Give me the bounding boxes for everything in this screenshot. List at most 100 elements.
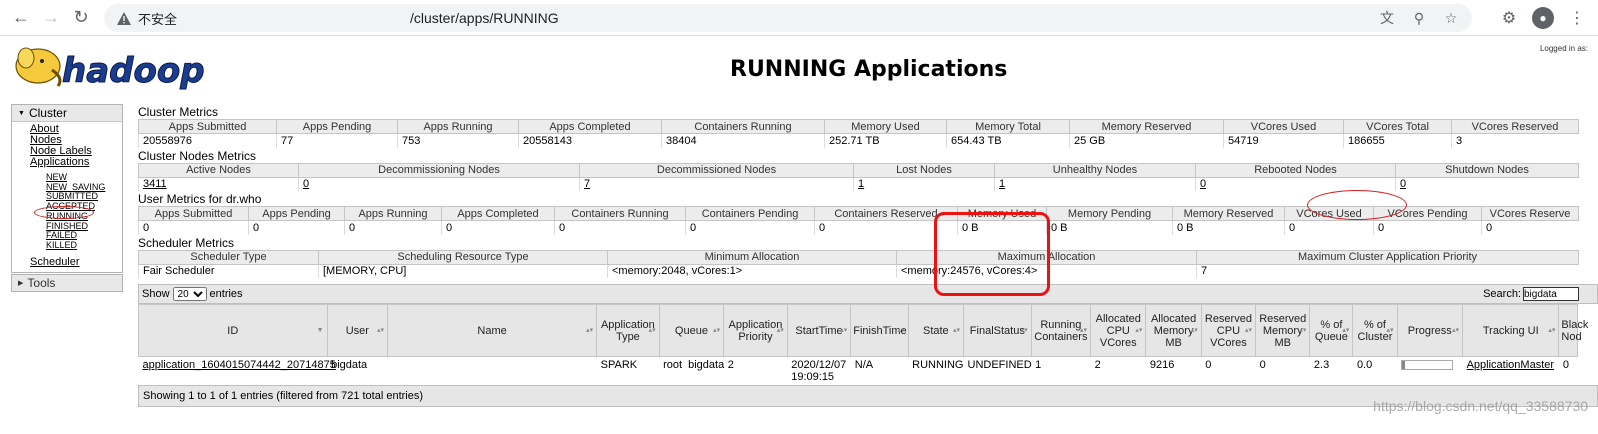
column-header-user[interactable]: User ▴▾: [326, 304, 389, 357]
nav-link-killed[interactable]: KILLED: [46, 240, 122, 251]
menu-icon[interactable]: ⋮: [1566, 8, 1588, 28]
nm-header-unhealthy-nodes: Unhealthy Nodes: [994, 162, 1196, 178]
url-text[interactable]: /cluster/apps/RUNNING: [410, 10, 559, 26]
column-header-allocated-memory-mb[interactable]: Allocated Memory MB ▴▾: [1145, 304, 1202, 357]
app-id-link[interactable]: application_1604015074442_20714875: [143, 359, 336, 371]
sm-header-maximum-cluster-application-priority: Maximum Cluster Application Priority: [1196, 249, 1579, 265]
nav-link-applications[interactable]: Applications: [30, 157, 122, 168]
app-pct-cluster: 0.0: [1356, 359, 1373, 371]
applications-table: ID ▼ User ▴▾ Name ▴▾ Application Type ▴▾ Queue ▴▾…: [138, 304, 1588, 386]
um-header-apps-submitted: Apps Submitted: [138, 206, 249, 221]
bookmark-star-icon[interactable]: ☆: [1440, 10, 1462, 27]
cm-value: 54719: [1223, 133, 1344, 148]
nm-value-link[interactable]: 0: [1200, 178, 1206, 190]
app-start-time: 2020/12/07 19:09:15: [791, 359, 847, 383]
profile-avatar-icon[interactable]: ●: [1532, 6, 1554, 29]
column-header-of-queue[interactable]: % of Queue ▴▾: [1309, 304, 1354, 357]
node-metrics-title: Cluster Nodes Metrics: [138, 148, 257, 163]
browser-toolbar: ← → ↻ 不安全 /cluster/apps/RUNNING 文 ⚲ ☆ ⚙ …: [0, 0, 1598, 36]
sort-arrows-icon: ▴▾: [952, 327, 960, 334]
um-value: 0: [1373, 220, 1482, 235]
nm-value-link[interactable]: 1: [858, 178, 864, 190]
um-value: 0: [344, 220, 442, 235]
cluster-metrics-table: Apps Submitted Apps Pending Apps Running Ap…: [138, 119, 1579, 148]
cm-value: 753: [397, 133, 519, 148]
column-header-finishtime[interactable]: FinishTime ▴▾: [850, 304, 909, 357]
column-header-of-cluster[interactable]: % of Cluster ▴▾: [1352, 304, 1398, 357]
tools-header[interactable]: ▶ Tools: [12, 274, 122, 291]
nm-value-link[interactable]: 0: [1400, 178, 1406, 190]
column-header-application-type[interactable]: Application Type ▴▾: [596, 304, 660, 357]
column-header-id[interactable]: ID ▼: [138, 304, 328, 357]
um-value: 0 B: [1172, 220, 1285, 235]
app-reserved-memory: 0: [1259, 359, 1266, 371]
um-header-apps-running: Apps Running: [344, 206, 442, 221]
column-header-application-priority[interactable]: Application Priority ▴▾: [723, 304, 788, 357]
watermark: https://blog.csdn.net/qq_33588730: [1373, 398, 1588, 414]
cm-header-apps-completed: Apps Completed: [518, 119, 662, 134]
app-queue: root bigdata: [663, 359, 725, 371]
sort-arrows-icon: ▴▾: [1299, 327, 1307, 334]
main-content: Cluster Metrics Apps Submitted Apps Pendi…: [138, 104, 1598, 407]
column-header-running-containers[interactable]: Running Containers ▴▾: [1030, 304, 1092, 357]
nm-header-decommissioning-nodes: Decommissioning Nodes: [298, 162, 580, 178]
cluster-header[interactable]: ▼ Cluster: [12, 105, 122, 122]
column-header-queue[interactable]: Queue ▴▾: [658, 304, 725, 357]
sort-arrows-icon: ▴▾: [713, 327, 721, 334]
nm-value-link[interactable]: 3411: [143, 178, 167, 190]
table-row[interactable]: application_1604015074442_20714875 bigdat…: [139, 357, 1578, 386]
forward-icon[interactable]: →: [36, 3, 66, 33]
um-value: 0: [1481, 220, 1579, 235]
um-header-vcores-reserve: VCores Reserve: [1481, 206, 1579, 221]
sort-arrows-icon: ▴▾: [1080, 327, 1088, 334]
zoom-icon[interactable]: ⚲: [1408, 10, 1430, 27]
column-header-name[interactable]: Name ▴▾: [387, 304, 598, 357]
um-value: 0 B: [1046, 220, 1173, 235]
sort-arrows-icon: ▴▾: [1245, 327, 1253, 334]
entries-label: entries: [209, 288, 243, 300]
sort-arrows-icon: ▴▾: [648, 327, 656, 334]
page-title: RUNNING Applications: [730, 57, 1008, 82]
column-header-tracking-ui[interactable]: Tracking UI ▴▾: [1462, 304, 1560, 357]
column-header-allocated-cpu-vcores[interactable]: Allocated CPU VCores ▴▾: [1090, 304, 1147, 357]
extensions-icon[interactable]: ⚙: [1498, 8, 1520, 28]
insecure-label: 不安全: [138, 11, 178, 27]
nm-header-lost-nodes: Lost Nodes: [853, 162, 995, 178]
warning-icon: [116, 10, 132, 26]
search-input[interactable]: [1523, 287, 1579, 301]
nm-value-link[interactable]: 7: [584, 178, 590, 190]
address-bar[interactable]: 不安全 /cluster/apps/RUNNING 文 ⚲ ☆: [104, 4, 1472, 32]
app-tracking-link[interactable]: ApplicationMaster: [1467, 359, 1554, 371]
app-type: SPARK: [600, 359, 638, 371]
translate-icon[interactable]: 文: [1376, 8, 1398, 28]
column-header-reserved-cpu-vcores[interactable]: Reserved CPU VCores ▴▾: [1200, 304, 1257, 357]
reload-icon[interactable]: ↻: [66, 3, 96, 33]
nm-value-link[interactable]: 0: [303, 178, 309, 190]
column-header-reserved-memory-mb[interactable]: Reserved Memory MB ▴▾: [1255, 304, 1311, 357]
column-header-finalstatus[interactable]: FinalStatus ▴▾: [963, 304, 1032, 357]
cm-value: 38404: [661, 133, 825, 148]
search-label: Search:: [1483, 288, 1521, 300]
column-header-progress[interactable]: Progress ▴▾: [1396, 304, 1464, 357]
cm-value: 654.43 TB: [946, 133, 1070, 148]
nav-link-scheduler[interactable]: Scheduler: [30, 256, 122, 268]
nm-value-link[interactable]: 1: [999, 178, 1005, 190]
cm-value: 3: [1451, 133, 1579, 148]
sm-value: <memory:24576, vCores:4>: [896, 264, 1197, 278]
sort-arrows-icon: ▴▾: [897, 327, 905, 334]
page-size-select[interactable]: 20: [172, 287, 207, 301]
um-value: 0: [554, 220, 686, 235]
app-blacklisted: 0: [1562, 359, 1570, 371]
cm-header-memory-reserved: Memory Reserved: [1069, 119, 1224, 134]
nm-header-active-nodes: Active Nodes: [138, 162, 299, 178]
app-pct-queue: 2.3: [1313, 359, 1330, 371]
app-alloc-vcores: 2: [1094, 359, 1101, 371]
column-header-black-nod[interactable]: Black Nod: [1558, 304, 1588, 357]
sort-arrows-icon: ▴▾: [1020, 327, 1028, 334]
column-header-state[interactable]: State ▴▾: [907, 304, 965, 357]
back-icon[interactable]: ←: [6, 3, 36, 33]
sm-header-scheduler-type: Scheduler Type: [138, 249, 319, 265]
um-value: 0: [248, 220, 345, 235]
cm-header-apps-running: Apps Running: [397, 119, 519, 134]
column-header-starttime[interactable]: StartTime ▴▾: [786, 304, 852, 357]
